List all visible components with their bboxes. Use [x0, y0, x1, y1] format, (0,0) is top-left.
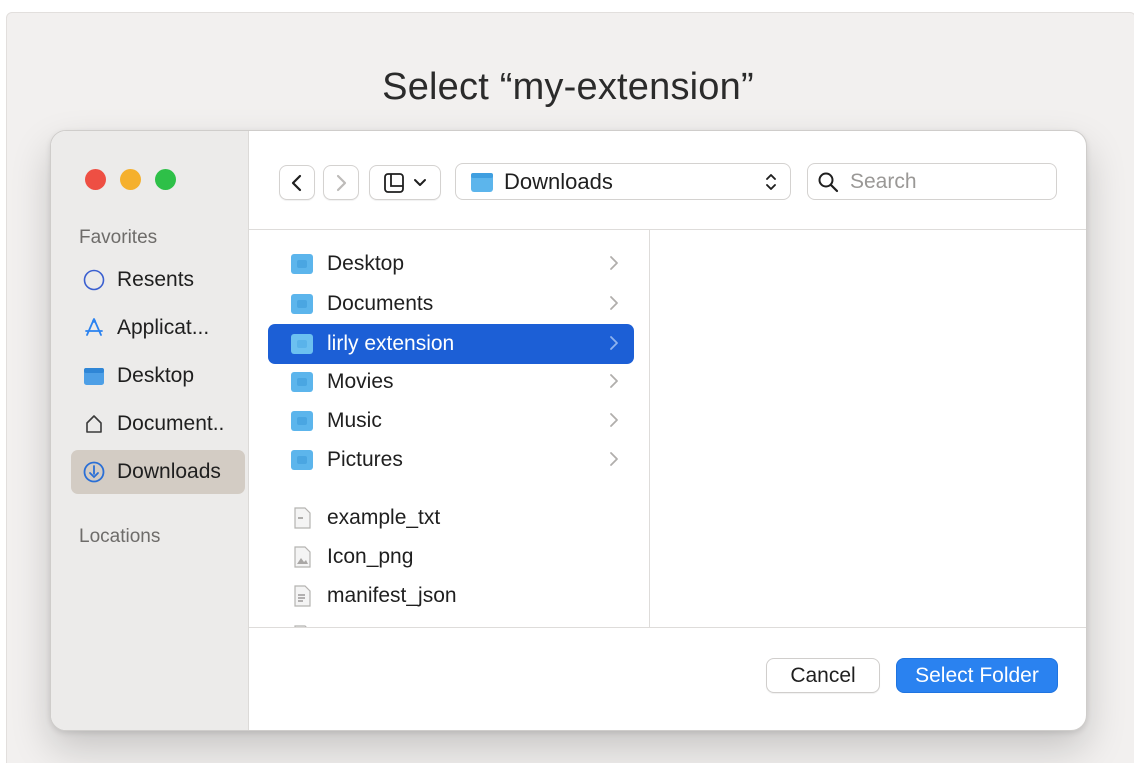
- search-field[interactable]: [807, 163, 1057, 200]
- back-button[interactable]: [279, 165, 315, 200]
- dialog-footer: Cancel Select Folder: [249, 626, 1086, 730]
- zoom-window-button[interactable]: [155, 169, 176, 190]
- file-row-label: example_txt: [327, 506, 441, 529]
- sidebar-item-label: Resents: [117, 268, 195, 291]
- folder-row-documents[interactable]: Documents: [268, 284, 634, 324]
- sidebar: Favorites Resents Applicat... Desktop Do…: [51, 131, 249, 730]
- folder-row-label: lirly extension: [327, 332, 455, 355]
- chevron-right-icon: [336, 174, 347, 191]
- close-window-button[interactable]: [85, 169, 106, 190]
- forward-button[interactable]: [323, 165, 359, 200]
- chevron-right-icon: [610, 296, 618, 310]
- updown-chevron-icon: [766, 174, 776, 190]
- toolbar: Downloads: [249, 131, 1086, 230]
- applications-icon: [81, 315, 107, 341]
- favorites-section-label: Favorites: [79, 227, 158, 248]
- sidebar-item-recents[interactable]: Resents: [71, 258, 245, 302]
- sidebar-item-label: Applicat...: [117, 316, 210, 339]
- location-popup[interactable]: Downloads: [455, 163, 791, 200]
- file-row-icon-png[interactable]: Icon_png: [268, 537, 634, 577]
- clock-circle-icon: [81, 267, 107, 293]
- folder-row-lirly-extension[interactable]: lirly extension: [268, 324, 634, 364]
- sidebar-item-label: Desktop: [117, 364, 195, 387]
- minimize-window-button[interactable]: [120, 169, 141, 190]
- sidebar-item-label: Downloads: [117, 460, 221, 483]
- desktop-folder-icon: [81, 363, 107, 389]
- chevron-right-icon: [610, 374, 618, 388]
- chevron-right-icon: [610, 336, 618, 350]
- chevron-right-icon: [610, 413, 618, 427]
- file-row-manifest-json[interactable]: manifest_json: [268, 576, 634, 616]
- window-backdrop: Select “my-extension” Favorites Resents …: [6, 12, 1134, 763]
- sidebar-item-applications[interactable]: Applicat...: [71, 306, 245, 350]
- file-row-example-txt[interactable]: example_txt: [268, 498, 634, 538]
- document-icon: [81, 411, 107, 437]
- sidebar-item-downloads[interactable]: Downloads: [71, 450, 245, 494]
- folder-row-label: Desktop: [327, 252, 405, 275]
- main-pane: Downloads Desktop D: [249, 131, 1086, 730]
- open-folder-dialog: Favorites Resents Applicat... Desktop Do…: [50, 130, 1087, 731]
- search-icon: [818, 172, 839, 192]
- sidebar-item-label: Document..: [117, 412, 225, 435]
- cancel-button[interactable]: Cancel: [766, 658, 880, 693]
- search-input[interactable]: [850, 169, 1050, 194]
- folder-icon: [290, 409, 314, 433]
- folder-row-label: Movies: [327, 370, 394, 393]
- folder-icon: [290, 370, 314, 394]
- text-file-icon: [290, 506, 314, 530]
- file-row-label: Icon_png: [327, 545, 414, 568]
- folder-row-label: Documents: [327, 292, 434, 315]
- image-file-icon: [290, 545, 314, 569]
- folder-row-music[interactable]: Music: [268, 401, 634, 441]
- file-row-label: manifest_json: [327, 584, 457, 607]
- chevron-right-icon: [610, 452, 618, 466]
- folder-icon: [290, 252, 314, 276]
- location-label: Downloads: [504, 168, 613, 194]
- folder-row-desktop[interactable]: Desktop: [268, 244, 634, 284]
- select-folder-button[interactable]: Select Folder: [896, 658, 1058, 693]
- browser-column-1: Desktop Documents lirly extension Movies…: [249, 230, 650, 627]
- sidebar-item-documents[interactable]: Document..: [71, 402, 245, 446]
- folder-icon: [290, 448, 314, 472]
- column-browser: Desktop Documents lirly extension Movies…: [249, 230, 1086, 628]
- folder-row-label: Music: [327, 409, 382, 432]
- sidebar-item-desktop[interactable]: Desktop: [71, 354, 245, 398]
- folder-icon: [471, 172, 493, 192]
- folder-row-movies[interactable]: Movies: [268, 362, 634, 402]
- json-file-icon: [290, 584, 314, 608]
- folder-row-pictures[interactable]: Pictures: [268, 440, 634, 480]
- folder-icon: [290, 292, 314, 316]
- folder-row-label: Pictures: [327, 448, 403, 471]
- columns-view-icon: [384, 172, 404, 193]
- view-mode-button[interactable]: [369, 165, 441, 200]
- browser-column-2: [650, 230, 1086, 627]
- page-title: Select “my-extension”: [382, 66, 754, 108]
- chevron-right-icon: [610, 256, 618, 270]
- folder-icon: [290, 332, 314, 356]
- downloads-icon: [81, 459, 107, 485]
- chevron-down-icon: [414, 178, 426, 186]
- chevron-left-icon: [291, 174, 302, 191]
- locations-section-label: Locations: [79, 526, 161, 547]
